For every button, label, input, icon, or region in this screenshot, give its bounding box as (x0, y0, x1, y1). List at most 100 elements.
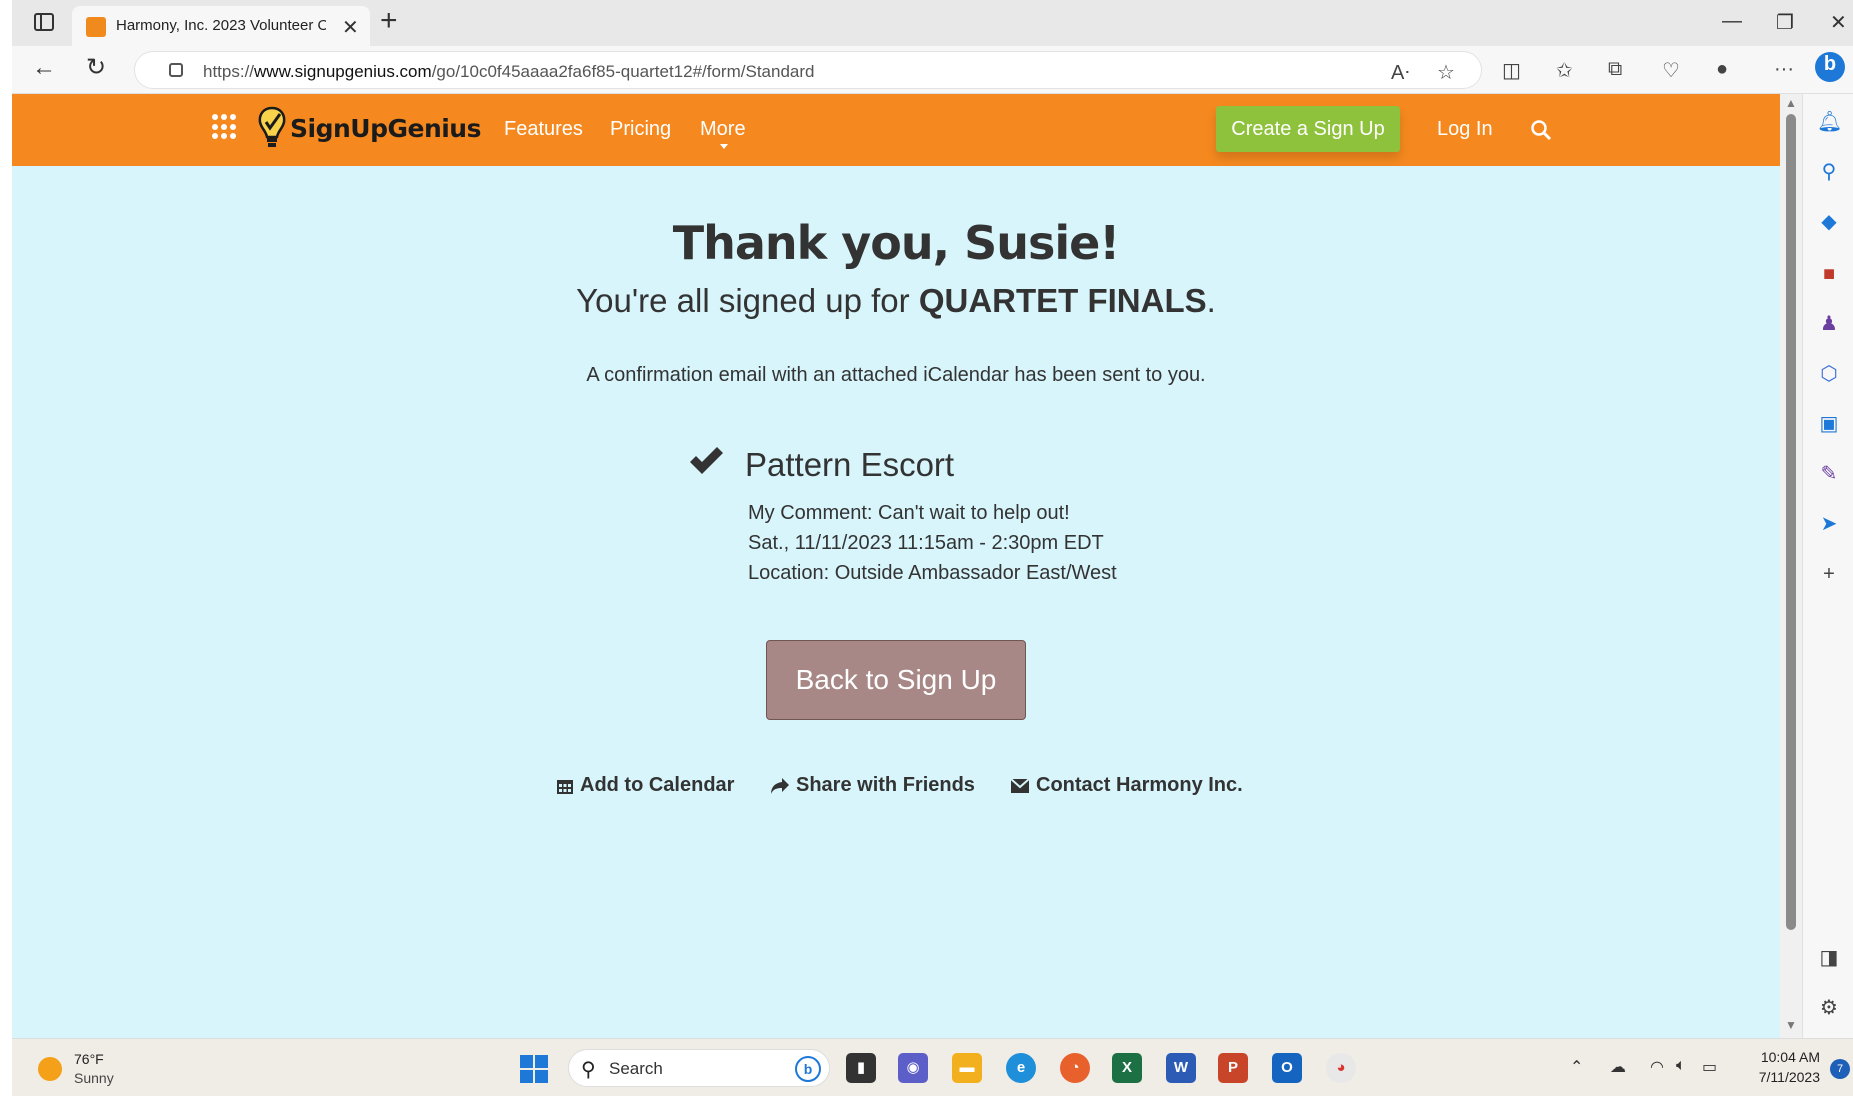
email-confirmation-note: A confirmation email with an attached iC… (586, 364, 1206, 386)
add-to-calendar-label: Add to Calendar (580, 774, 735, 796)
back-to-sign-up-button[interactable]: Back to Sign Up (766, 640, 1026, 720)
logo-text: SignUpGenius (290, 113, 482, 143)
window-close-icon[interactable]: ✕ (1830, 10, 1847, 35)
outlook-taskbar-icon[interactable]: O (1272, 1053, 1302, 1083)
back-arrow-icon[interactable]: ← (32, 56, 56, 80)
hide-sidebar-icon[interactable]: ◨ (1817, 946, 1841, 970)
microsoft365-icon[interactable]: ⬡ (1817, 362, 1841, 386)
slot-title: Pattern Escort (745, 446, 955, 483)
file-explorer-icon[interactable]: ▬ (952, 1053, 982, 1083)
address-bar[interactable]: https://www.signupgenius.com/go/10c0f45a… (134, 51, 1482, 89)
slot-comment: My Comment: Can't wait to help out! (748, 502, 1070, 524)
taskbar-search-icon: ⚲ (581, 1059, 596, 1081)
minimize-icon[interactable]: — (1722, 10, 1742, 33)
outlook-icon[interactable]: ▣ (1817, 412, 1841, 436)
nav-pricing[interactable]: Pricing (610, 118, 671, 141)
bing-icon[interactable]: b (795, 1056, 821, 1082)
browser-toolbar: ← ↻ https://www.signupgenius.com/go/10c0… (12, 46, 1853, 94)
share-with-friends-label: Share with Friends (796, 774, 975, 796)
firefox-icon[interactable]: ◔ (1060, 1053, 1090, 1083)
notification-bell-icon[interactable]: 🔔︎ (1817, 110, 1842, 134)
browser-tab-bar: Harmony, Inc. 2023 Volunteer Op ✕ + — ❐ … (12, 0, 1853, 46)
lightbulb-logo-icon (258, 106, 286, 147)
teams-chat-icon[interactable]: ◉ (898, 1053, 928, 1083)
tab-actions-icon[interactable] (32, 10, 56, 34)
browser-tab[interactable]: Harmony, Inc. 2023 Volunteer Op ✕ (72, 6, 370, 46)
new-tab-icon[interactable]: + (380, 6, 398, 36)
designer-icon[interactable]: ✎ (1817, 462, 1841, 486)
refresh-icon[interactable]: ↻ (86, 56, 106, 80)
favorites-icon[interactable]: ✩ (1556, 58, 1573, 83)
signupgenius-favicon-icon (86, 17, 106, 37)
search-icon[interactable]: ⚲ (1817, 160, 1841, 184)
nav-features[interactable]: Features (504, 118, 583, 141)
word-icon[interactable]: W (1166, 1053, 1196, 1083)
slot-datetime: Sat., 11/11/2023 11:15am - 2:30pm EDT (748, 532, 1104, 554)
browser-essentials-icon[interactable]: ♡ (1662, 58, 1680, 83)
nav-more[interactable]: More (700, 118, 746, 141)
log-in-link[interactable]: Log In (1437, 118, 1493, 141)
shopping-tag-icon[interactable]: ◆ (1817, 210, 1841, 234)
windows-taskbar: 76°F Sunny ⚲ Search b ▮ ◉ ▬ e ◔ X W P O … (12, 1038, 1853, 1096)
copilot-icon[interactable]: b (1815, 52, 1845, 82)
tab-close-icon[interactable]: ✕ (342, 15, 359, 40)
show-hidden-icons-icon[interactable]: ⌃ (1570, 1057, 1583, 1077)
sidebar-settings-gear-icon[interactable]: ⚙ (1817, 996, 1841, 1020)
chrome-icon[interactable]: ◕ (1326, 1053, 1356, 1083)
envelope-icon (1010, 777, 1030, 793)
edge-browser-icon[interactable]: e (1006, 1053, 1036, 1083)
url-text[interactable]: https://www.signupgenius.com/go/10c0f45a… (203, 62, 814, 82)
checkmark-icon (690, 447, 723, 474)
favorite-star-icon[interactable]: ☆ (1437, 60, 1455, 85)
battery-icon[interactable]: ▭ (1702, 1057, 1717, 1077)
onedrive-icon[interactable]: ☁ (1610, 1057, 1626, 1077)
header-search-icon[interactable] (1530, 119, 1552, 141)
profile-icon[interactable]: ● (1716, 58, 1728, 81)
create-sign-up-button[interactable]: Create a Sign Up (1216, 106, 1400, 152)
notification-count-badge[interactable]: 7 (1830, 1059, 1850, 1079)
weather-condition[interactable]: Sunny (74, 1070, 114, 1086)
calendar-icon (557, 779, 573, 794)
sun-weather-icon[interactable] (38, 1057, 62, 1081)
share-with-friends-link[interactable]: Share with Friends (770, 774, 975, 797)
page-viewport: SignUpGenius Features Pricing More Creat… (12, 94, 1780, 1038)
add-sidebar-app-icon[interactable]: + (1817, 562, 1841, 586)
scroll-up-arrow-icon[interactable]: ▲ (1785, 96, 1797, 110)
scroll-thumb[interactable] (1786, 114, 1796, 930)
event-name: QUARTET FINALS (918, 282, 1207, 319)
taskbar-time[interactable]: 10:04 AM (1742, 1049, 1820, 1065)
send-icon[interactable]: ➤ (1817, 512, 1841, 536)
split-screen-icon[interactable]: ◫ (1502, 58, 1521, 83)
windows-start-icon[interactable] (520, 1055, 548, 1083)
wifi-icon[interactable]: ◠ (1650, 1057, 1664, 1077)
signed-up-message: You're all signed up for QUARTET FINALS. (576, 282, 1216, 319)
collections-icon[interactable]: ⧉ (1608, 58, 1622, 81)
edge-sidebar: b 🔔︎ ⚲ ◆ ■ ♟ ⬡ ▣ ✎ ➤ + ◨ ⚙ (1802, 52, 1853, 1038)
taskbar-search-label: Search (609, 1059, 663, 1078)
thank-you-heading: Thank you, Susie! (672, 216, 1121, 270)
lock-icon[interactable] (169, 63, 183, 77)
contact-organizer-label: Contact Harmony Inc. (1036, 774, 1243, 796)
slot-location: Location: Outside Ambassador East/West (748, 562, 1117, 584)
more-caret-icon[interactable] (720, 144, 728, 149)
tab-title: Harmony, Inc. 2023 Volunteer Op (116, 17, 326, 34)
taskbar-date[interactable]: 7/11/2023 (1742, 1069, 1820, 1085)
read-aloud-icon[interactable]: Aᐧ (1391, 60, 1409, 85)
add-to-calendar-link[interactable]: Add to Calendar (556, 774, 734, 797)
taskbar-search[interactable]: ⚲ Search b (568, 1049, 830, 1087)
task-view-icon[interactable]: ▮ (846, 1053, 876, 1083)
contact-organizer-link[interactable]: Contact Harmony Inc. (1010, 774, 1243, 797)
tools-icon[interactable]: ■ (1817, 262, 1841, 286)
restore-icon[interactable]: ❐ (1776, 10, 1794, 35)
volume-icon[interactable]: 🔈︎ (1676, 1057, 1686, 1075)
powerpoint-icon[interactable]: P (1218, 1053, 1248, 1083)
signupgenius-logo[interactable]: SignUpGenius (256, 102, 482, 154)
apps-grid-icon[interactable] (212, 114, 238, 140)
scroll-down-arrow-icon[interactable]: ▼ (1785, 1018, 1797, 1032)
more-menu-icon[interactable]: ··· (1774, 58, 1794, 81)
weather-temperature[interactable]: 76°F (74, 1051, 104, 1067)
share-arrow-icon (771, 777, 789, 794)
games-icon[interactable]: ♟ (1817, 312, 1841, 336)
excel-icon[interactable]: X (1112, 1053, 1142, 1083)
page-scrollbar[interactable]: ▲ ▼ (1780, 94, 1802, 1038)
